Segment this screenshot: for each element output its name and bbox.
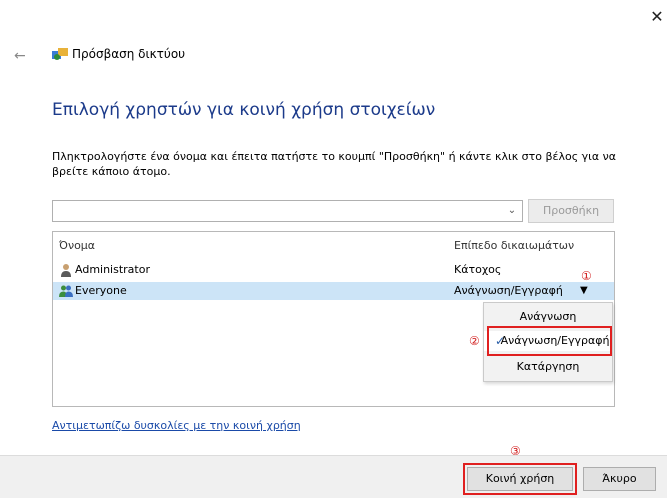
annotation-step-2: ②	[469, 334, 480, 348]
instructions-text: Πληκτρολογήστε ένα όνομα και έπειτα πατή…	[52, 150, 617, 178]
annotation-step-1: ①	[581, 269, 592, 283]
column-header-name[interactable]: Όνομα	[59, 239, 95, 252]
row-permission: Κάτοχος	[454, 263, 502, 276]
close-button[interactable]: ✕	[648, 8, 666, 26]
cancel-button[interactable]: Άκυρο	[583, 467, 656, 491]
back-button[interactable]: ←	[14, 48, 34, 64]
table-row[interactable]: Administrator Κάτοχος	[53, 261, 614, 279]
highlight-box	[487, 326, 612, 356]
page-title: Επιλογή χρηστών για κοινή χρήση στοιχείω…	[52, 100, 436, 120]
permission-dropdown-icon[interactable]: ▼	[580, 282, 588, 300]
row-permission[interactable]: Ανάγνωση/Εγγραφή	[454, 282, 563, 300]
menu-item-remove[interactable]: Κατάργηση	[484, 357, 612, 377]
row-name: Administrator	[75, 263, 150, 276]
group-icon	[59, 285, 73, 297]
user-icon	[61, 264, 71, 277]
add-button[interactable]: Προσθήκη	[528, 199, 614, 223]
table-row-selected[interactable]: Everyone Ανάγνωση/Εγγραφή ▼	[53, 282, 614, 300]
window-title: Πρόσβαση δικτύου	[72, 47, 186, 61]
sharing-help-link[interactable]: Αντιμετωπίζω δυσκολίες με την κοινή χρήσ…	[52, 419, 301, 432]
menu-item-read[interactable]: Ανάγνωση	[484, 307, 612, 327]
user-name-combobox[interactable]: ⌄	[52, 200, 523, 222]
row-name: Everyone	[75, 284, 127, 297]
chevron-down-icon[interactable]: ⌄	[506, 204, 518, 218]
column-header-permission[interactable]: Επίπεδο δικαιωμάτων	[454, 239, 574, 252]
close-icon: ✕	[650, 7, 664, 26]
highlight-box	[463, 463, 577, 495]
back-arrow-icon: ←	[14, 48, 26, 64]
network-access-icon	[52, 48, 68, 60]
